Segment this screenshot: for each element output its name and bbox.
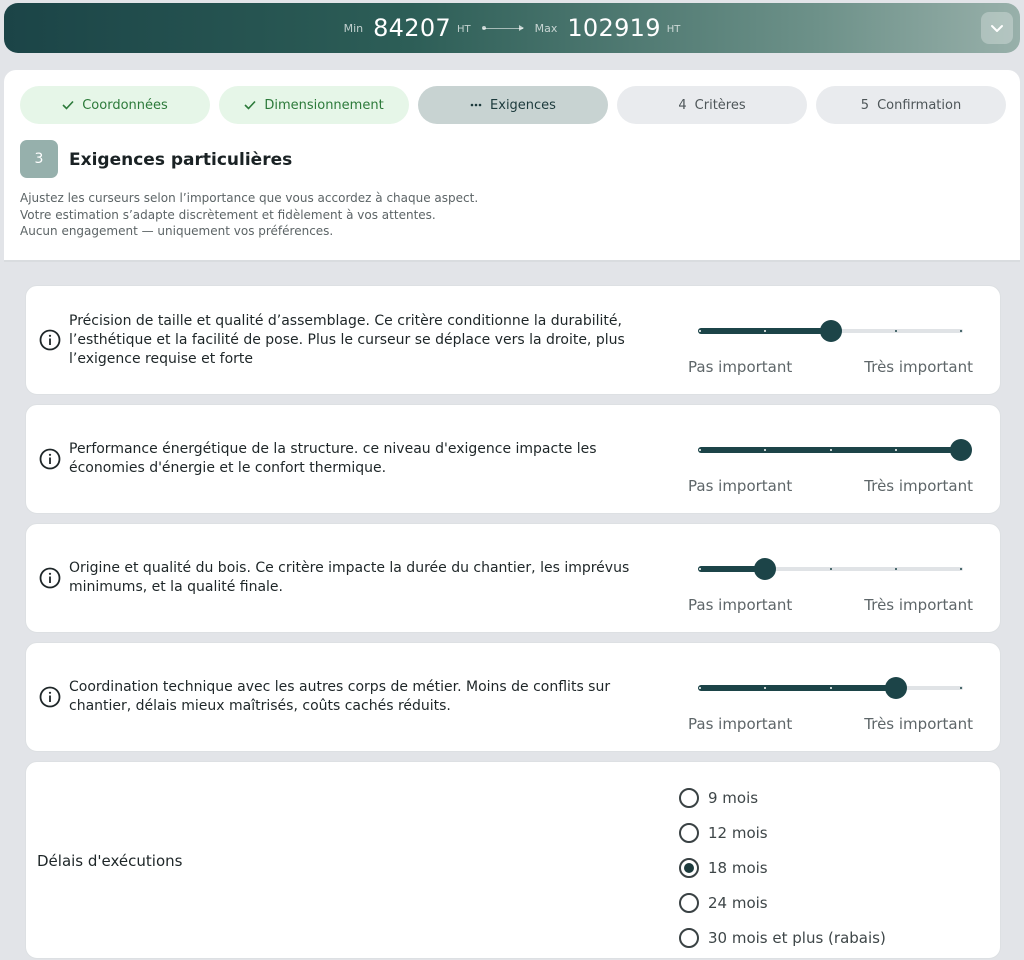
radio-label: 30 mois et plus (rabais) bbox=[708, 928, 886, 947]
chevron-down-icon bbox=[991, 25, 1003, 32]
slider-tick bbox=[699, 568, 701, 570]
step-criteres[interactable]: 4 Critères bbox=[617, 86, 807, 124]
step-label: Critères bbox=[694, 97, 746, 113]
step-exigences[interactable]: Exigences bbox=[418, 86, 608, 124]
slider-thumb[interactable] bbox=[754, 558, 777, 580]
slider-tick bbox=[699, 330, 701, 332]
slider-tick bbox=[960, 330, 962, 332]
criterion-row: Origine et qualité du bois. Ce critère i… bbox=[25, 523, 1001, 633]
radio-circle bbox=[679, 892, 699, 913]
slider-tick bbox=[829, 568, 832, 570]
section-number-badge: 3 bbox=[20, 140, 58, 178]
radio-circle bbox=[679, 787, 699, 808]
slider-tick bbox=[894, 330, 897, 332]
step-label: Exigences bbox=[490, 97, 556, 113]
step-label: Confirmation bbox=[877, 97, 962, 113]
step-confirmation[interactable]: 5 Confirmation bbox=[816, 86, 1006, 124]
info-icon[interactable] bbox=[39, 329, 61, 351]
max-value: 102919 bbox=[567, 14, 661, 42]
step-label: Coordonnées bbox=[82, 97, 168, 113]
check-icon bbox=[244, 100, 256, 110]
slider-min-label: Pas important bbox=[688, 596, 793, 614]
criterion-row: Coordination technique avec les autres c… bbox=[25, 642, 1001, 752]
step-card: Coordonnées Dimensionnement Exigences 4 … bbox=[4, 70, 1020, 262]
min-label: Min bbox=[343, 21, 364, 35]
max-label: Max bbox=[534, 21, 558, 35]
min-unit: HT bbox=[456, 24, 471, 35]
slider-fill bbox=[698, 685, 896, 691]
slider-tick bbox=[960, 687, 962, 689]
min-value: 84207 bbox=[373, 14, 451, 42]
importance-slider[interactable] bbox=[698, 438, 972, 462]
slider-tick bbox=[894, 449, 897, 451]
criterion-text: Coordination technique avec les autres c… bbox=[69, 679, 611, 714]
criterion-text: Origine et qualité du bois. Ce critère i… bbox=[69, 560, 630, 595]
check-icon bbox=[62, 100, 74, 110]
slider-tick bbox=[829, 687, 832, 689]
step-number: 4 bbox=[678, 97, 687, 113]
slider-thumb[interactable] bbox=[884, 677, 907, 699]
delays-radio-group: 9 mois 12 mois 18 mois 24 mois 30 mois e… bbox=[679, 780, 886, 955]
slider-max-label: Très important bbox=[864, 477, 973, 495]
slider-min-label: Pas important bbox=[688, 358, 793, 376]
importance-slider[interactable] bbox=[698, 676, 963, 700]
delays-label: Délais d'exécutions bbox=[37, 852, 183, 870]
slider-thumb[interactable] bbox=[819, 320, 842, 342]
stepper: Coordonnées Dimensionnement Exigences 4 … bbox=[20, 86, 1006, 124]
max-unit: HT bbox=[666, 24, 681, 35]
slider-tick bbox=[960, 568, 962, 570]
radio-label: 18 mois bbox=[708, 858, 768, 877]
step-label: Dimensionnement bbox=[264, 97, 384, 113]
step-coordonnees[interactable]: Coordonnées bbox=[20, 86, 210, 124]
slider-tick bbox=[894, 568, 897, 570]
slider-max-label: Très important bbox=[864, 715, 973, 733]
criterion-row: Performance énergétique de la structure.… bbox=[25, 404, 1001, 514]
slider-min-label: Pas important bbox=[688, 477, 793, 495]
slider-max-label: Très important bbox=[864, 358, 973, 376]
radio-label: 24 mois bbox=[708, 893, 768, 912]
range-arrow-icon bbox=[481, 24, 524, 31]
section-title: Exigences particulières bbox=[69, 150, 293, 170]
info-icon[interactable] bbox=[39, 567, 61, 589]
radio-option[interactable]: 30 mois et plus (rabais) bbox=[679, 920, 886, 955]
radio-option[interactable]: 24 mois bbox=[679, 885, 886, 920]
delays-row: Délais d'exécutions 9 mois 12 mois 18 mo… bbox=[25, 761, 1001, 959]
radio-option[interactable]: 12 mois bbox=[679, 815, 886, 850]
info-icon[interactable] bbox=[39, 686, 61, 708]
step-number: 5 bbox=[860, 97, 870, 113]
slider-max-label: Très important bbox=[864, 596, 973, 614]
criterion-text: Précision de taille et qualité d’assembl… bbox=[69, 313, 625, 367]
slider-tick bbox=[699, 449, 701, 451]
section-intro: Ajustez les curseurs selon l’importance … bbox=[20, 191, 479, 238]
criterion-text: Performance énergétique de la structure.… bbox=[69, 441, 597, 476]
price-range-bar: Min 84207 HT Max 102919 HT bbox=[4, 3, 1020, 53]
radio-circle bbox=[679, 857, 699, 878]
dots-icon bbox=[470, 103, 482, 107]
step-dimensionnement[interactable]: Dimensionnement bbox=[219, 86, 409, 124]
radio-circle bbox=[679, 822, 699, 843]
importance-slider[interactable] bbox=[698, 319, 963, 343]
importance-slider[interactable] bbox=[698, 557, 963, 581]
radio-option[interactable]: 9 mois bbox=[679, 780, 886, 815]
radio-circle bbox=[679, 927, 699, 948]
radio-label: 12 mois bbox=[708, 823, 768, 842]
radio-option[interactable]: 18 mois bbox=[679, 850, 886, 885]
info-icon[interactable] bbox=[39, 448, 61, 470]
radio-label: 9 mois bbox=[708, 788, 759, 807]
criterion-row: Précision de taille et qualité d’assembl… bbox=[25, 285, 1001, 395]
slider-thumb[interactable] bbox=[950, 439, 972, 461]
slider-tick bbox=[829, 449, 832, 451]
slider-tick bbox=[699, 687, 701, 689]
criteria-list: Précision de taille et qualité d’assembl… bbox=[25, 285, 1001, 960]
slider-min-label: Pas important bbox=[688, 715, 793, 733]
collapse-button[interactable] bbox=[981, 12, 1013, 44]
